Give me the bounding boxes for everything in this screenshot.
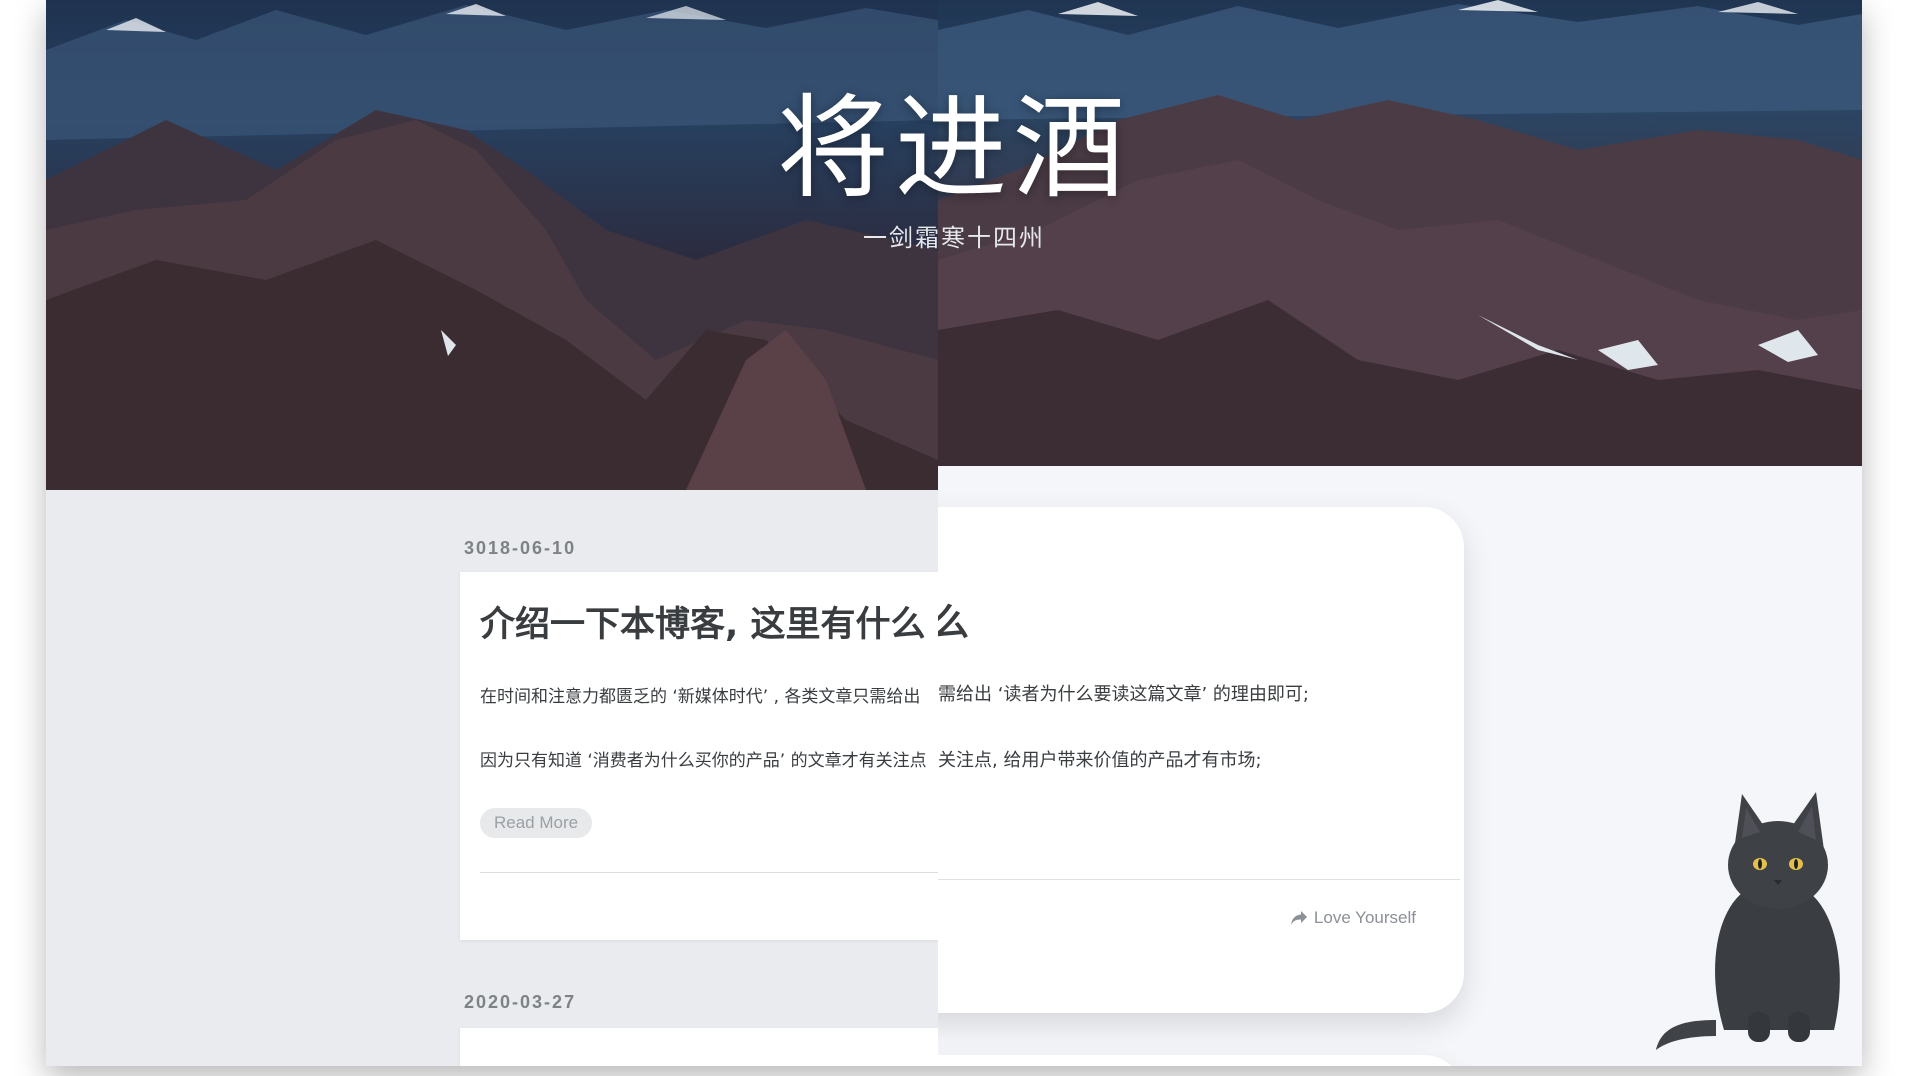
post-title-old[interactable]: 介绍一下本博客, 这里有什么 — [480, 596, 925, 647]
site-title: 将进酒 — [777, 84, 1131, 214]
post-excerpt-line-2: 关注点, 给用户带来价值的产品才有市场; — [938, 750, 1262, 771]
love-yourself-label: Love Yourself — [1313, 908, 1416, 927]
post-title-new[interactable]: 么 — [938, 592, 969, 646]
share-arrow-icon — [1290, 911, 1307, 925]
black-cat-icon[interactable] — [1656, 780, 1862, 1060]
read-more-button[interactable]: Read More — [480, 808, 593, 838]
love-yourself-link[interactable]: Love Yourself — [1290, 908, 1416, 928]
post-card-old — [460, 1028, 938, 1066]
comparison-frame: 3018-06-10 介绍一下本博客, 这里有什么 在时间和注意力都匮乏的 ‘新… — [46, 0, 1862, 1066]
post-date: 2020-03-27 — [464, 992, 577, 1012]
post-divider — [480, 872, 938, 873]
post-excerpt-line-1: 需给出 ‘读者为什么要读这篇文章’ 的理由即可; — [938, 684, 1309, 705]
post-card-new — [938, 1055, 1464, 1066]
post-excerpt-line-1: 在时间和注意力都匮乏的 ‘新媒体时代’ , 各类文章只需给出 — [480, 687, 921, 707]
post-excerpt-line-2: 因为只有知道 ‘消费者为什么买你的产品’ 的文章才有关注点 — [480, 751, 927, 771]
post-divider — [938, 879, 1460, 880]
site-subtitle: 一剑霜寒十四州 — [863, 224, 1045, 252]
post-date: 3018-06-10 — [464, 538, 577, 558]
